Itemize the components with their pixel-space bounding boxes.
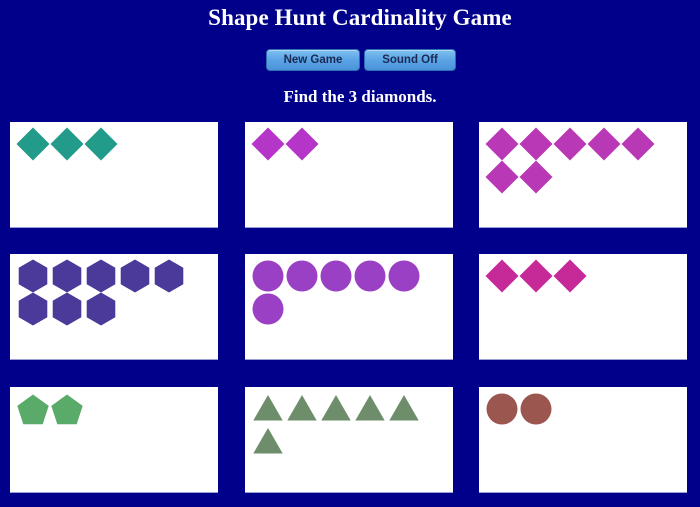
hexagon-shape <box>154 259 184 293</box>
hexagon-shape <box>18 292 48 326</box>
triangle-shape <box>253 428 283 454</box>
triangle-shape <box>321 395 351 421</box>
hexagon-shape <box>52 259 82 293</box>
hexagon-shape <box>86 292 116 326</box>
shape-card-6[interactable] <box>479 254 687 359</box>
circle-shape <box>486 393 518 425</box>
shape-card-8[interactable] <box>245 387 453 492</box>
circle-shape <box>252 293 284 325</box>
shape-card-1[interactable] <box>10 122 218 227</box>
pentagon-shape <box>17 394 49 425</box>
diamond-shape <box>485 259 519 293</box>
diamond-shape <box>621 127 655 161</box>
diamond-shape <box>84 127 118 161</box>
triangle-shape <box>287 395 317 421</box>
hexagon-shape <box>18 259 48 293</box>
circle-shape <box>286 260 318 292</box>
shape-card-3[interactable] <box>479 122 687 227</box>
shape-set <box>486 393 552 425</box>
circle-shape <box>520 393 552 425</box>
circle-shape <box>252 260 284 292</box>
shape-set <box>16 127 118 161</box>
circle-shape <box>354 260 386 292</box>
shape-set <box>18 259 184 326</box>
diamond-shape <box>519 160 553 194</box>
hexagon-shape <box>52 292 82 326</box>
triangle-shape <box>355 395 385 421</box>
shape-set <box>253 395 419 454</box>
diamond-shape <box>16 127 50 161</box>
circle-shape <box>320 260 352 292</box>
shape-card-2[interactable] <box>245 122 453 227</box>
diamond-shape <box>519 259 553 293</box>
shape-card-5[interactable] <box>245 254 453 359</box>
diamond-shape <box>553 127 587 161</box>
shape-set <box>251 127 319 161</box>
toolbar: New Game Sound Off <box>266 49 456 71</box>
diamond-shape <box>553 259 587 293</box>
diamond-shape <box>285 127 319 161</box>
sound-toggle-button[interactable]: Sound Off <box>364 49 456 71</box>
diamond-shape <box>485 160 519 194</box>
hexagon-shape <box>120 259 150 293</box>
hexagon-shape <box>86 259 116 293</box>
shape-card-7[interactable] <box>10 387 218 492</box>
diamond-shape <box>587 127 621 161</box>
page-title: Shape Hunt Cardinality Game <box>208 5 512 30</box>
new-game-button[interactable]: New Game <box>266 49 360 71</box>
shape-card-4[interactable] <box>10 254 218 359</box>
diamond-shape <box>50 127 84 161</box>
shape-set <box>485 259 587 293</box>
shape-set <box>252 260 420 325</box>
shape-set <box>17 394 83 425</box>
game-prompt: Find the 3 diamonds. <box>283 87 437 106</box>
shape-set <box>485 127 655 194</box>
triangle-shape <box>389 395 419 421</box>
shape-card-9[interactable] <box>479 387 687 492</box>
pentagon-shape <box>51 394 83 425</box>
diamond-shape <box>251 127 285 161</box>
circle-shape <box>388 260 420 292</box>
diamond-shape <box>519 127 553 161</box>
triangle-shape <box>253 395 283 421</box>
diamond-shape <box>485 127 519 161</box>
